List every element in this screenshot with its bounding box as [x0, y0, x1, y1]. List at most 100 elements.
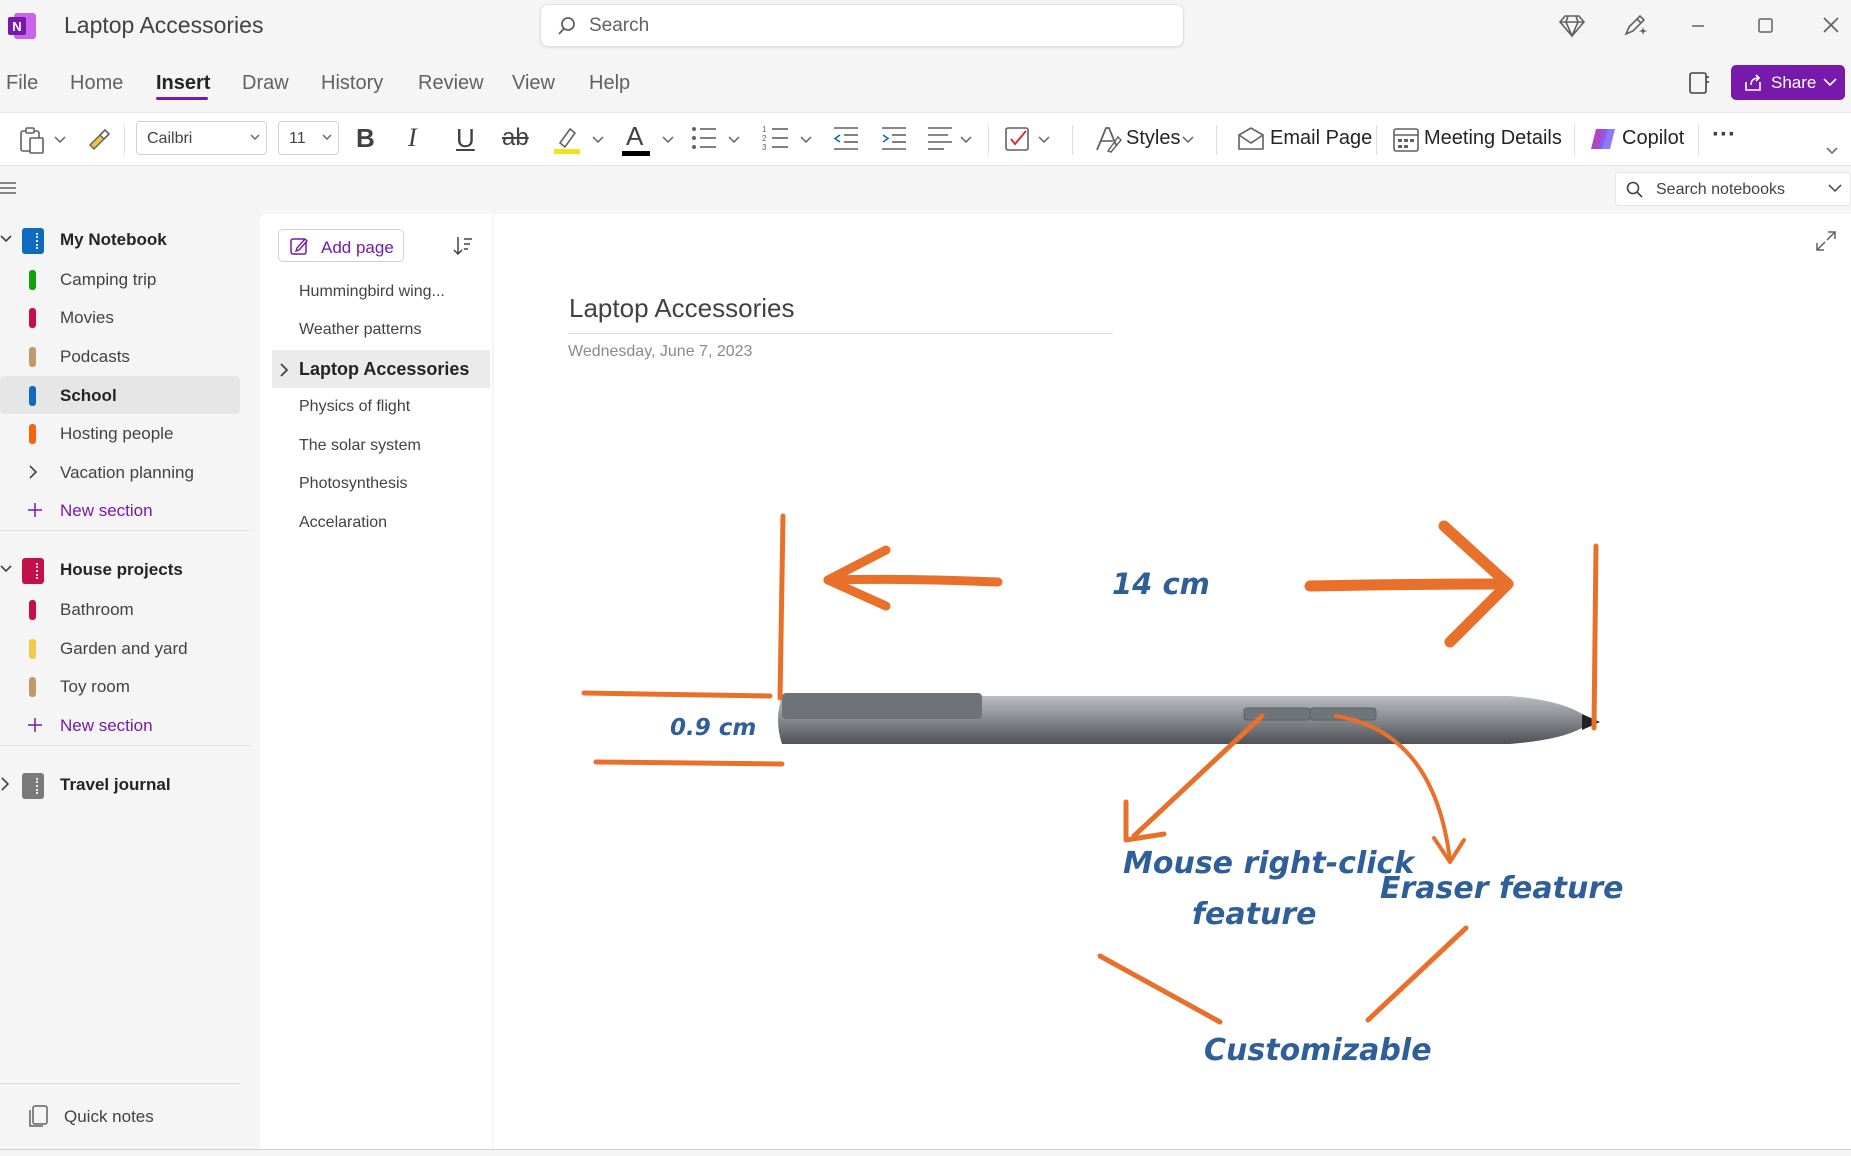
- section-bathroom[interactable]: Bathroom: [0, 590, 240, 628]
- tab-help[interactable]: Help: [589, 72, 630, 95]
- underline-button[interactable]: U: [456, 123, 475, 154]
- add-page-button[interactable]: Add page: [278, 229, 404, 262]
- expand-icon[interactable]: [1815, 230, 1837, 252]
- format-painter-icon[interactable]: [84, 125, 112, 153]
- font-color-chevron-icon[interactable]: [662, 136, 674, 144]
- page-item[interactable]: Weather patterns: [272, 311, 490, 349]
- styles-icon[interactable]: [1094, 125, 1122, 153]
- svg-text:1: 1: [762, 125, 767, 134]
- section-color-tab: [29, 600, 36, 620]
- pen-sparkle-icon[interactable]: [1620, 10, 1652, 42]
- chevron-right-icon[interactable]: [280, 363, 289, 377]
- notebook-my-notebook[interactable]: My Notebook: [0, 222, 240, 258]
- meeting-details-button[interactable]: Meeting Details: [1424, 127, 1562, 150]
- new-section-button[interactable]: New section: [0, 706, 240, 744]
- search-input[interactable]: Search: [540, 4, 1184, 47]
- ribbon-expand-chevron-icon[interactable]: [1826, 147, 1838, 155]
- increase-indent-icon[interactable]: [880, 125, 908, 151]
- align-icon[interactable]: [926, 125, 954, 151]
- paste-icon[interactable]: [18, 125, 48, 155]
- align-chevron-icon[interactable]: [960, 136, 972, 144]
- font-name-value: Cailbri: [147, 130, 193, 147]
- maximize-icon[interactable]: [1750, 10, 1782, 42]
- ribbon-divider: [1216, 125, 1217, 155]
- section-school[interactable]: School: [0, 376, 240, 414]
- bold-button[interactable]: B: [356, 123, 375, 154]
- page-title[interactable]: Laptop Accessories: [569, 293, 794, 324]
- section-movies[interactable]: Movies: [0, 298, 240, 336]
- section-group-vacation-planning[interactable]: Vacation planning: [0, 453, 240, 491]
- tab-file[interactable]: File: [6, 72, 38, 95]
- page-item[interactable]: The solar system: [272, 427, 490, 465]
- bullets-chevron-icon[interactable]: [728, 136, 740, 144]
- font-size-select[interactable]: 11: [278, 121, 339, 155]
- numbering-icon[interactable]: 123: [762, 125, 790, 151]
- numbering-chevron-icon[interactable]: [800, 136, 812, 144]
- ribbon-divider: [1698, 125, 1699, 155]
- page-item[interactable]: Accelaration: [272, 504, 490, 542]
- strikethrough-button[interactable]: ab: [502, 124, 529, 152]
- highlight-chevron-icon[interactable]: [592, 136, 604, 144]
- eraser-annotation: Eraser feature: [1380, 871, 1623, 906]
- section-toy-room[interactable]: Toy room: [0, 667, 240, 705]
- chevron-down-icon[interactable]: [0, 564, 12, 574]
- notebook-house-projects[interactable]: House projects: [0, 552, 240, 588]
- notebook-search-input[interactable]: Search notebooks: [1615, 172, 1851, 206]
- navigation-menu-icon[interactable]: [0, 180, 18, 196]
- italic-button[interactable]: I: [408, 123, 417, 153]
- tab-insert[interactable]: Insert: [156, 72, 210, 95]
- section-hosting-people[interactable]: Hosting people: [0, 414, 240, 452]
- page-item[interactable]: Hummingbird wing...: [272, 273, 490, 311]
- pane-divider: [0, 745, 250, 746]
- font-color-swatch: [622, 151, 650, 156]
- section-garden-and-yard[interactable]: Garden and yard: [0, 629, 240, 667]
- bullets-icon[interactable]: [690, 125, 718, 151]
- styles-button[interactable]: Styles: [1126, 127, 1180, 150]
- tab-home[interactable]: Home: [70, 72, 123, 95]
- section-label: Hosting people: [60, 424, 174, 443]
- paste-chevron-icon[interactable]: [54, 136, 66, 144]
- email-page-icon[interactable]: [1236, 125, 1266, 153]
- pane-divider: [0, 530, 250, 531]
- tag-chevron-icon[interactable]: [1038, 136, 1050, 144]
- search-icon: [1626, 181, 1644, 199]
- tab-view[interactable]: View: [512, 72, 555, 95]
- email-page-button[interactable]: Email Page: [1270, 127, 1372, 150]
- chevron-right-icon[interactable]: [0, 777, 10, 791]
- copilot-icon[interactable]: [1588, 125, 1618, 153]
- chevron-down-icon[interactable]: [0, 234, 12, 244]
- svg-text:3: 3: [762, 143, 767, 151]
- search-icon: [557, 16, 577, 36]
- more-options-button[interactable]: ···: [1712, 121, 1736, 149]
- premium-diamond-icon[interactable]: [1557, 10, 1589, 42]
- todo-tag-icon[interactable]: [1004, 125, 1032, 153]
- section-podcasts[interactable]: Podcasts: [0, 337, 240, 375]
- tab-review[interactable]: Review: [418, 72, 484, 95]
- meeting-details-icon[interactable]: [1392, 125, 1420, 153]
- section-color-tab: [29, 639, 36, 659]
- share-button[interactable]: Share: [1731, 65, 1845, 100]
- quick-notes-button[interactable]: Quick notes: [0, 1083, 240, 1150]
- section-label: Toy room: [60, 677, 130, 696]
- close-icon[interactable]: [1816, 10, 1848, 42]
- page-item[interactable]: Photosynthesis: [272, 465, 490, 503]
- new-section-button[interactable]: New section: [0, 491, 240, 529]
- page-item[interactable]: Physics of flight: [272, 388, 490, 426]
- minimize-icon[interactable]: [1683, 10, 1715, 42]
- section-camping-trip[interactable]: Camping trip: [0, 260, 240, 298]
- styles-chevron-icon[interactable]: [1182, 136, 1194, 144]
- chevron-down-icon[interactable]: [1828, 184, 1842, 193]
- notebook-travel-journal[interactable]: Travel journal: [0, 767, 240, 803]
- customizable-annotation: Customizable: [1204, 1033, 1432, 1068]
- notebook-view-icon[interactable]: [1686, 70, 1712, 96]
- ink-drawing[interactable]: 14 cm 0.9 cm Mouse right-click feature E…: [560, 500, 1660, 1080]
- ribbon-divider: [1376, 125, 1377, 155]
- tab-draw[interactable]: Draw: [242, 72, 289, 95]
- tab-history[interactable]: History: [321, 72, 383, 95]
- font-name-select[interactable]: Cailbri: [136, 121, 267, 155]
- copilot-button[interactable]: Copilot: [1622, 127, 1684, 150]
- highlighter-icon[interactable]: [552, 123, 582, 155]
- page-item-selected[interactable]: Laptop Accessories: [272, 350, 490, 388]
- sort-pages-icon[interactable]: [450, 234, 474, 258]
- decrease-indent-icon[interactable]: [832, 125, 860, 151]
